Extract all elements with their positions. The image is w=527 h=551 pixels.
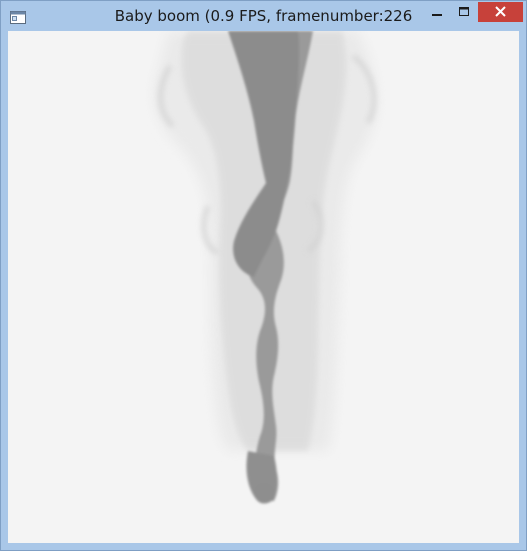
close-icon: [495, 6, 506, 17]
close-button[interactable]: [478, 2, 523, 22]
title-bar[interactable]: Baby boom (0.9 FPS, framenumber:226: [1, 1, 526, 31]
minimize-button[interactable]: [423, 2, 451, 22]
maximize-button[interactable]: [451, 2, 477, 22]
minimize-icon: [432, 14, 442, 16]
smoke-simulation-image: [154, 31, 377, 504]
app-window: Baby boom (0.9 FPS, framenumber:226: [0, 0, 527, 551]
maximize-icon: [459, 7, 469, 16]
render-canvas[interactable]: [8, 31, 519, 543]
